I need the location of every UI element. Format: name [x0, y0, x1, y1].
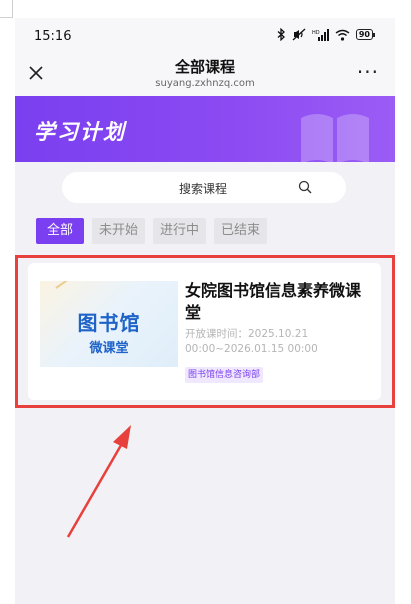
banner-title: 学习计划 — [34, 120, 126, 144]
course-time: 开放课时间：2025.10.21 00:00~2026.01.15 00:00 — [185, 328, 318, 355]
mute-icon — [292, 28, 306, 41]
thumbnail-decoration — [55, 281, 106, 289]
signal-icon: HD — [312, 28, 329, 41]
status-bar: 15:16 HD 90 — [15, 18, 395, 52]
status-time: 15:16 — [34, 29, 72, 44]
search-icon[interactable] — [298, 180, 312, 194]
tab-finished[interactable]: 已结束 — [214, 218, 268, 244]
bluetooth-icon — [277, 28, 285, 41]
tab-in-progress[interactable]: 进行中 — [153, 218, 207, 244]
page-url: suyang.zxhnzq.com — [155, 78, 255, 89]
tab-not-started[interactable]: 未开始 — [92, 218, 146, 244]
course-department-tag: 图书馆信息咨询部 — [185, 367, 264, 383]
tab-all[interactable]: 全部 — [36, 218, 85, 244]
course-card[interactable]: 图书馆 微课堂 女院图书馆信息素养微课堂 开放课时间：2025.10.21 00… — [28, 263, 381, 400]
more-icon[interactable]: ··· — [357, 62, 379, 82]
nav-bar: 全部课程 suyang.zxhnzq.com ··· — [15, 52, 395, 96]
status-icons: HD 90 — [277, 28, 376, 41]
search-input[interactable]: 搜索课程 — [62, 172, 346, 203]
svg-text:HD: HD — [312, 30, 320, 36]
screenshot-corner-mark — [0, 0, 13, 18]
wifi-icon — [335, 29, 350, 41]
phone-screen: 15:16 HD 90 全部课程 suyang.zxhnzq.com ··· 学… — [15, 18, 395, 604]
status-filter-tabs: 全部 未开始 进行中 已结束 — [36, 218, 268, 244]
book-icon — [301, 114, 369, 162]
thumbnail-title: 图书馆 — [77, 311, 141, 335]
course-title: 女院图书馆信息素养微课堂 — [185, 281, 362, 322]
battery-icon: 90 — [355, 29, 376, 40]
course-thumbnail: 图书馆 微课堂 — [40, 281, 178, 367]
page-title: 全部课程 — [174, 58, 235, 76]
study-plan-banner: 学习计划 — [15, 96, 395, 162]
search-placeholder: 搜索课程 — [179, 182, 228, 196]
thumbnail-subtitle: 微课堂 — [89, 341, 129, 356]
